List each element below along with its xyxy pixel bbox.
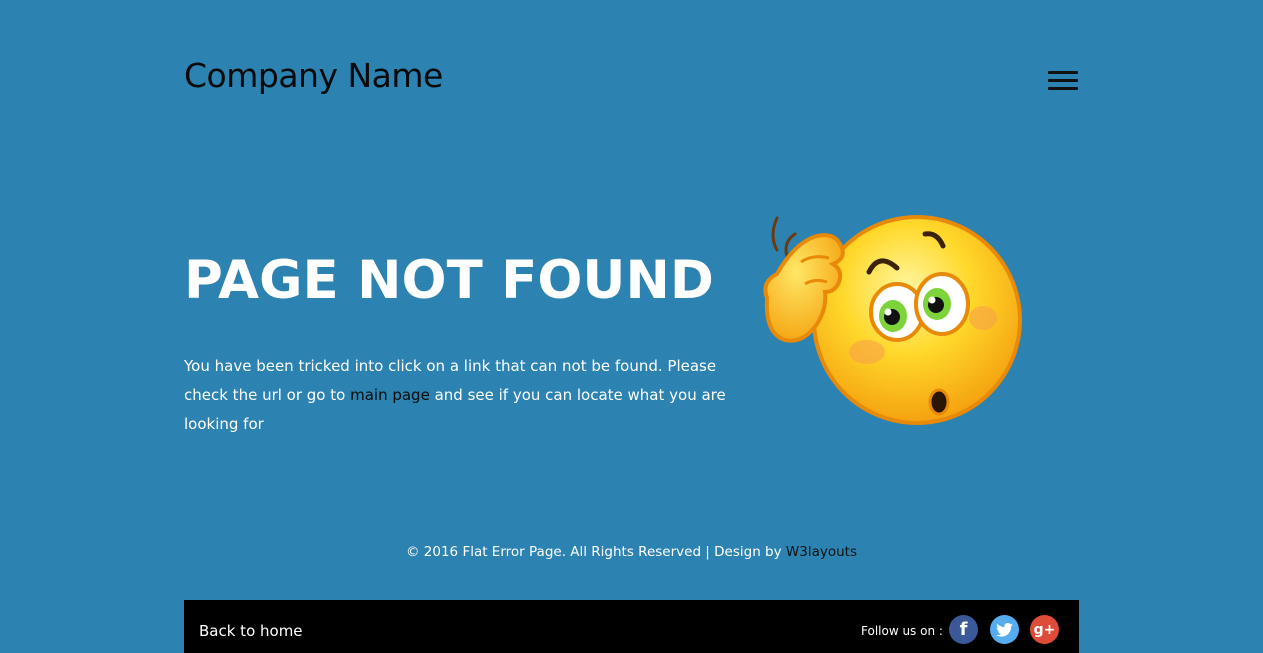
- company-logo[interactable]: Company Name: [184, 56, 443, 95]
- google-plus-icon[interactable]: g+: [1030, 615, 1059, 644]
- facebook-icon[interactable]: f: [949, 615, 978, 644]
- designer-link[interactable]: W3layouts: [786, 544, 857, 560]
- menu-bar-bottom: [1048, 87, 1078, 90]
- twitter-bird-icon: [996, 622, 1013, 637]
- copyright-text: © 2016 Flat Error Page. All Rights Reser…: [0, 544, 1263, 560]
- footer-bar: Back to home Follow us on : f g+: [184, 600, 1079, 653]
- google-plus-glyph: g+: [1033, 621, 1056, 638]
- twitter-icon[interactable]: [990, 615, 1019, 644]
- error-page: Company Name PAGE NOT FOUND You have bee…: [0, 0, 1263, 653]
- hamburger-menu-icon[interactable]: [1048, 69, 1079, 93]
- menu-bar-top: [1048, 71, 1078, 74]
- back-to-home-link[interactable]: Back to home: [199, 622, 303, 640]
- main-page-link[interactable]: main page: [350, 386, 430, 404]
- copyright-label: © 2016 Flat Error Page. All Rights Reser…: [406, 544, 786, 560]
- menu-bar-middle: [1048, 79, 1078, 82]
- confused-emoji-icon: [763, 215, 1022, 425]
- page-title: PAGE NOT FOUND: [184, 250, 714, 311]
- error-message: You have been tricked into click on a li…: [184, 352, 744, 439]
- follow-us-label: Follow us on :: [861, 624, 943, 638]
- facebook-glyph: f: [959, 619, 968, 640]
